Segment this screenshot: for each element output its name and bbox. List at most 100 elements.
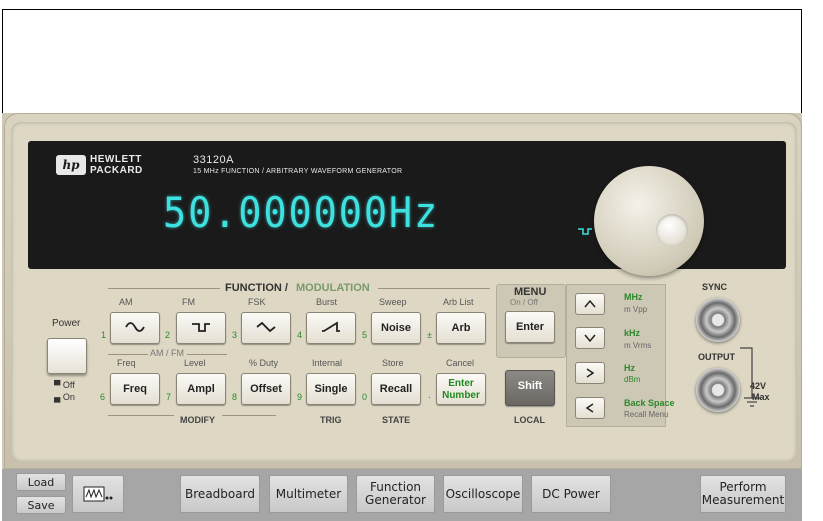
- khz-label: kHz: [624, 328, 641, 338]
- duty-label: % Duty: [249, 358, 279, 368]
- multimeter-button[interactable]: Multimeter: [269, 475, 348, 513]
- max-label: Max: [752, 392, 770, 402]
- mhz-label: MHz: [624, 292, 643, 302]
- key-decimal: .: [428, 390, 431, 401]
- hz-label: Hz: [624, 363, 635, 373]
- trig-label: TRIG: [320, 415, 342, 425]
- divider: [108, 415, 174, 416]
- fm-label: FM: [182, 297, 195, 307]
- ramp-button[interactable]: [306, 312, 356, 344]
- modify-label: MODIFY: [180, 415, 215, 425]
- chevron-left-icon: [585, 403, 594, 413]
- recall-button[interactable]: Recall: [371, 373, 421, 405]
- chevron-right-icon: [586, 368, 595, 378]
- load-button[interactable]: Load: [16, 473, 66, 491]
- noise-button[interactable]: Noise: [371, 312, 421, 344]
- local-label: LOCAL: [514, 415, 545, 425]
- brand-line-1: HEWLETT: [90, 154, 142, 165]
- recall-menu-label: Recall Menu: [624, 410, 669, 419]
- left-arrow-button[interactable]: [575, 397, 605, 419]
- dbm-label: dBm: [624, 375, 641, 384]
- divider: [187, 354, 227, 355]
- oscilloscope-button[interactable]: Oscilloscope: [443, 475, 523, 513]
- on-label: ▄ On: [54, 392, 75, 402]
- model-number: 33120A: [193, 154, 234, 166]
- menu-onoff-label: On / Off: [510, 298, 538, 307]
- key-num-9: 9: [297, 392, 303, 402]
- key-num-0: 0: [362, 392, 368, 402]
- sync-connector[interactable]: [696, 298, 740, 342]
- power-button[interactable]: [47, 338, 87, 374]
- sine-button[interactable]: [110, 312, 160, 344]
- enter-number-line-1: Enter: [448, 378, 474, 389]
- divider: [108, 354, 148, 355]
- brand-line-2: PACKARD: [90, 165, 143, 176]
- blank-header-area: [2, 9, 802, 113]
- am-label: AM: [119, 297, 133, 307]
- dc-power-button[interactable]: DC Power: [531, 475, 611, 513]
- internal-label: Internal: [312, 358, 343, 368]
- perform-measurement-button[interactable]: Perform Measurement: [700, 475, 786, 513]
- mvpp-label: m Vpp: [624, 305, 648, 314]
- output-connector[interactable]: [696, 368, 740, 412]
- chevron-down-icon: [584, 334, 596, 343]
- divider: [378, 288, 490, 289]
- breadboard-button[interactable]: Breadboard: [180, 475, 260, 513]
- knob-dimple: [656, 214, 688, 246]
- power-label: Power: [52, 318, 81, 329]
- mvrms-label: m Vrms: [624, 341, 652, 350]
- function-label: FUNCTION /: [225, 282, 288, 294]
- model-subtitle: 15 MHz FUNCTION / ARBITRARY WAVEFORM GEN…: [193, 168, 403, 175]
- oscilloscope-icon: [83, 486, 113, 502]
- right-arrow-button[interactable]: [575, 362, 605, 384]
- off-text: Off: [62, 380, 75, 390]
- triangle-button[interactable]: [241, 312, 291, 344]
- rotary-knob[interactable]: [594, 166, 704, 276]
- function-generator-line-2: Generator: [365, 493, 426, 507]
- scope-view-button[interactable]: [72, 475, 124, 513]
- on-text: On: [62, 392, 75, 402]
- am-fm-label: AM / FM: [150, 348, 184, 358]
- square-wave-icon: [192, 323, 210, 332]
- sync-label: SYNC: [702, 282, 728, 292]
- square-wave-icon: [578, 228, 592, 235]
- state-label: STATE: [382, 415, 411, 425]
- key-num-3: 3: [232, 330, 238, 340]
- divider: [222, 415, 276, 416]
- chevron-up-icon: [584, 299, 596, 308]
- key-plus-minus: ±: [427, 330, 432, 340]
- enter-number-button[interactable]: Enter Number: [436, 373, 486, 405]
- freq-shift-label: Freq: [117, 358, 136, 368]
- key-num-6: 6: [100, 392, 106, 402]
- output-label: OUTPUT: [698, 352, 735, 362]
- ampl-button[interactable]: Ampl: [176, 373, 226, 405]
- fsk-label: FSK: [248, 297, 266, 307]
- frequency-readout: 50.000000Hz: [163, 188, 440, 237]
- voltage-max-label: 42V: [750, 381, 767, 391]
- key-num-1: 1: [101, 330, 107, 340]
- perform-measurement-line-2: Measurement: [701, 493, 785, 507]
- key-num-7: 7: [166, 392, 172, 402]
- up-arrow-button[interactable]: [575, 293, 605, 315]
- freq-button[interactable]: Freq: [110, 373, 160, 405]
- off-label: ▀ Off: [54, 380, 75, 390]
- arb-button[interactable]: Arb: [436, 312, 486, 344]
- divider: [108, 288, 220, 289]
- burst-label: Burst: [316, 297, 338, 307]
- key-num-2: 2: [165, 330, 171, 340]
- shift-button[interactable]: Shift: [505, 370, 555, 406]
- sine-wave-icon: [125, 322, 145, 332]
- arb-list-label: Arb List: [443, 297, 474, 307]
- down-arrow-button[interactable]: [575, 327, 605, 349]
- level-label: Level: [184, 358, 206, 368]
- function-generator-button[interactable]: Function Generator: [356, 475, 435, 513]
- enter-button[interactable]: Enter: [505, 311, 555, 343]
- modulation-label: MODULATION: [296, 282, 370, 294]
- bottom-toolbar: Load Save Breadboard Multimeter Function…: [2, 469, 802, 521]
- single-button[interactable]: Single: [306, 373, 356, 405]
- key-num-8: 8: [232, 392, 238, 402]
- offset-button[interactable]: Offset: [241, 373, 291, 405]
- save-button[interactable]: Save: [16, 496, 66, 514]
- square-button[interactable]: [176, 312, 226, 344]
- hp-logo: hp: [56, 155, 86, 175]
